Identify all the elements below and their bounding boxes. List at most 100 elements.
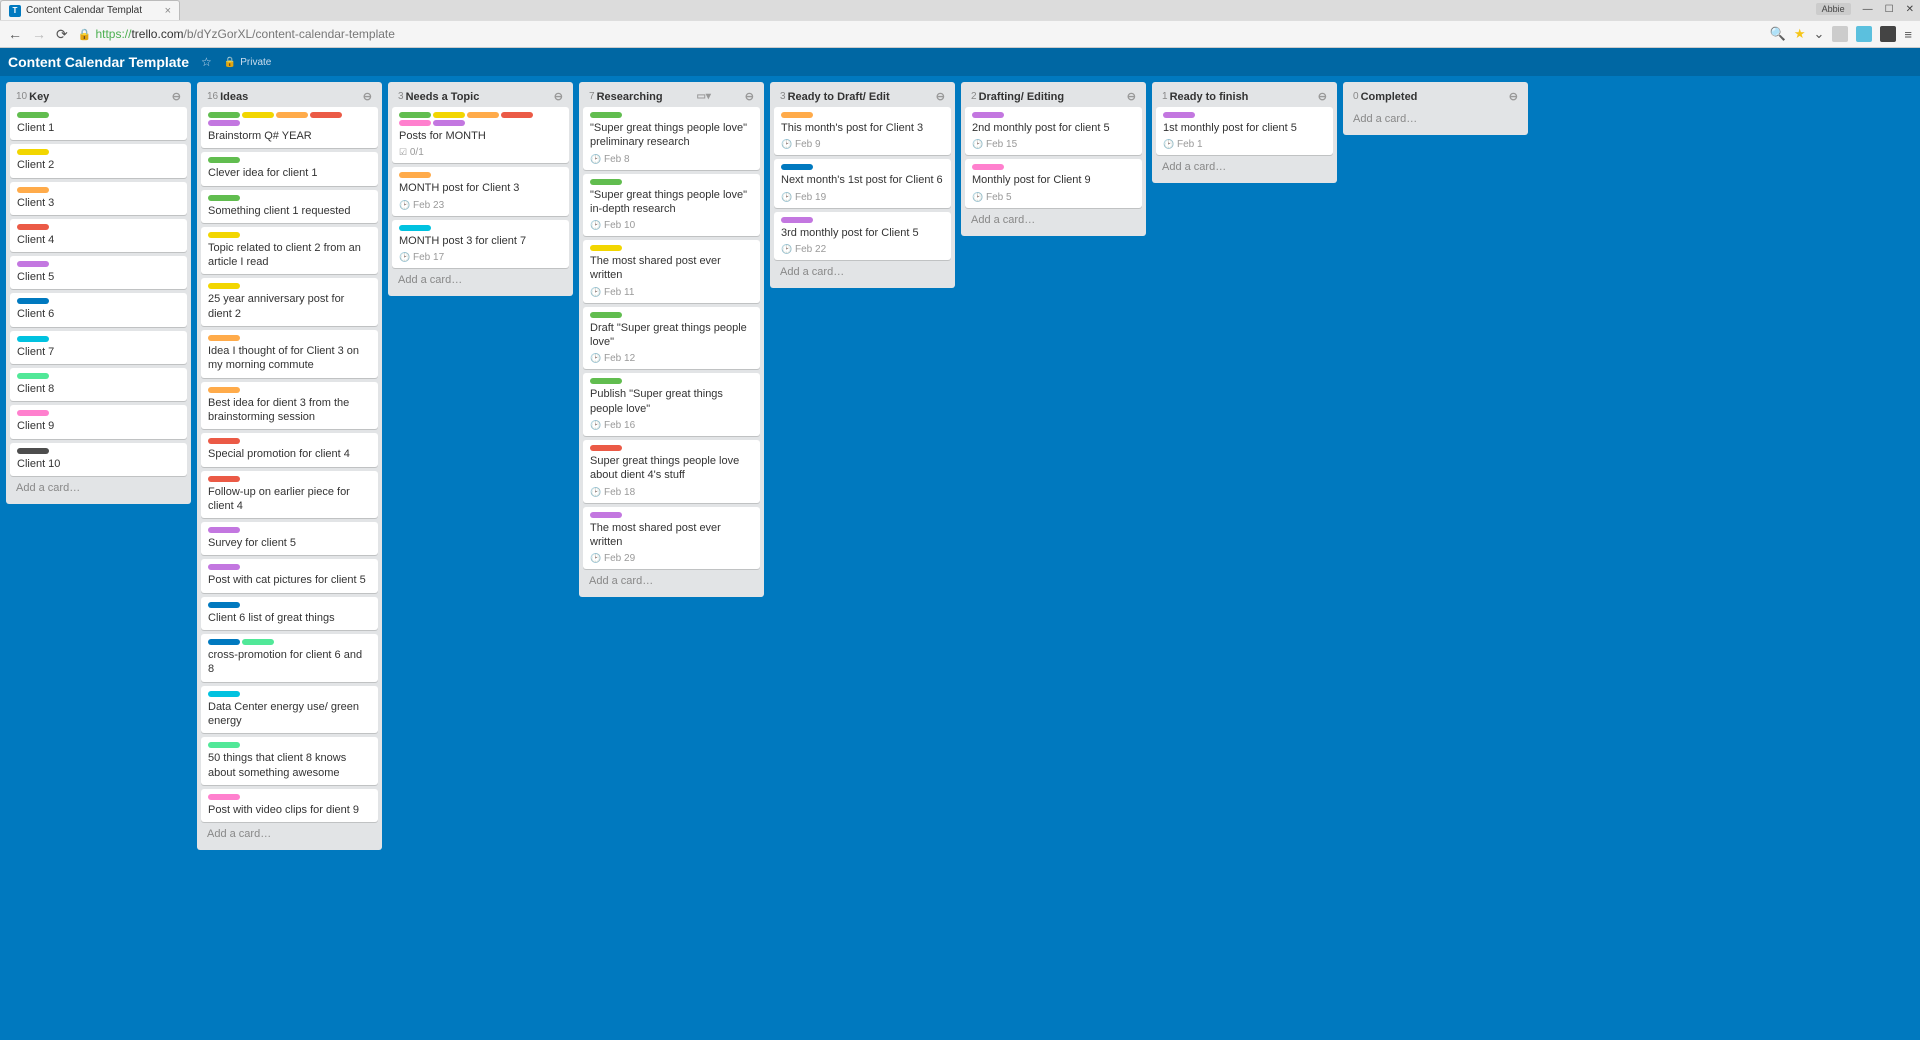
pocket-icon[interactable]: ⌄ [1814, 26, 1825, 42]
list-header[interactable]: 10 Key⊖ [10, 86, 187, 107]
card-labels [208, 112, 371, 126]
label-green [590, 378, 622, 384]
card[interactable]: Idea I thought of for Client 3 on my mor… [201, 330, 378, 378]
list-header[interactable]: 1 Ready to finish⊖ [1156, 86, 1333, 107]
card[interactable]: Post with cat pictures for client 5 [201, 559, 378, 592]
board-canvas[interactable]: 10 Key⊖Client 1 Client 2 Client 3 Client 4 C… [0, 76, 1920, 1040]
card[interactable]: 2nd monthly post for client 5🕑 Feb 15 [965, 107, 1142, 155]
window-maximize-icon[interactable]: ☐ [1885, 4, 1894, 15]
list-header[interactable]: 3 Needs a Topic⊖ [392, 86, 569, 107]
list-menu-icon[interactable]: ⊖ [554, 90, 563, 103]
tab-close-icon[interactable]: × [165, 5, 171, 17]
card[interactable]: Client 6 [10, 293, 187, 326]
chrome-menu-icon[interactable]: ≡ [1904, 27, 1912, 42]
card[interactable]: Client 7 [10, 331, 187, 364]
add-card-button[interactable]: Add a card… [201, 822, 378, 846]
card[interactable]: "Super great things people love" prelimi… [583, 107, 760, 170]
forward-icon[interactable]: → [32, 26, 46, 43]
label-yellow [208, 283, 240, 289]
list-menu-icon[interactable]: ⊖ [172, 90, 181, 103]
card[interactable]: This month's post for Client 3🕑 Feb 9 [774, 107, 951, 155]
card[interactable]: Brainstorm Q# YEAR [201, 107, 378, 148]
card[interactable]: Client 5 [10, 256, 187, 289]
add-card-button[interactable]: Add a card… [10, 476, 187, 500]
address-field[interactable]: 🔒 https://trello.com/b/dYzGorXL/content-… [78, 27, 1760, 41]
card[interactable]: Special promotion for client 4 [201, 433, 378, 466]
card[interactable]: Draft "Super great things people love"🕑 … [583, 307, 760, 370]
add-card-button[interactable]: Add a card… [774, 260, 951, 284]
card[interactable]: Client 10 [10, 443, 187, 476]
card[interactable]: Posts for MONTH☑ 0/1 [392, 107, 569, 163]
add-card-button[interactable]: Add a card… [1347, 107, 1524, 131]
board-visibility[interactable]: 🔒 Private [224, 57, 272, 68]
star-icon[interactable]: ★ [1794, 26, 1806, 42]
label-purple [972, 112, 1004, 118]
window-close-icon[interactable]: ✕ [1906, 4, 1914, 15]
card[interactable]: Client 4 [10, 219, 187, 252]
due-date-badge: 🕑 Feb 5 [972, 192, 1012, 203]
label-red [17, 224, 49, 230]
list-menu-icon[interactable]: ⊖ [1318, 90, 1327, 103]
card[interactable]: "Super great things people love" in-dept… [583, 174, 760, 237]
list-card-count: 3 [398, 91, 404, 102]
card[interactable]: Client 2 [10, 144, 187, 177]
card[interactable]: MONTH post for Client 3🕑 Feb 23 [392, 167, 569, 215]
card[interactable]: Post with video clips for dient 9 [201, 789, 378, 822]
label-green [17, 112, 49, 118]
list-header[interactable]: 16 Ideas⊖ [201, 86, 378, 107]
zoom-icon[interactable]: 🔍 [1770, 26, 1786, 42]
card[interactable]: 1st monthly post for client 5🕑 Feb 1 [1156, 107, 1333, 155]
card[interactable]: Client 1 [10, 107, 187, 140]
card[interactable]: The most shared post ever written🕑 Feb 1… [583, 240, 760, 303]
list-menu-icon[interactable]: ⊖ [745, 90, 754, 103]
card[interactable]: Monthly post for Client 9🕑 Feb 5 [965, 159, 1142, 207]
list-header[interactable]: 2 Drafting/ Editing⊖ [965, 86, 1142, 107]
list-header[interactable]: 3 Ready to Draft/ Edit⊖ [774, 86, 951, 107]
add-card-button[interactable]: Add a card… [1156, 155, 1333, 179]
add-card-button[interactable]: Add a card… [965, 208, 1142, 232]
extension-icon[interactable] [1832, 26, 1848, 42]
card[interactable]: 25 year anniversary post for dient 2 [201, 278, 378, 326]
card[interactable]: Best idea for dient 3 from the brainstor… [201, 382, 378, 430]
extension-icon[interactable] [1856, 26, 1872, 42]
card[interactable]: Survey for client 5 [201, 522, 378, 555]
card[interactable]: Data Center energy use/ green energy [201, 686, 378, 734]
label-green [208, 112, 240, 118]
card[interactable]: 3rd monthly post for Client 5🕑 Feb 22 [774, 212, 951, 260]
window-minimize-icon[interactable]: — [1863, 4, 1873, 15]
browser-tab[interactable]: T Content Calendar Templat × [0, 0, 180, 20]
card[interactable]: cross-promotion for client 6 and 8 [201, 634, 378, 682]
card[interactable]: Client 3 [10, 182, 187, 215]
card[interactable]: Next month's 1st post for Client 6🕑 Feb … [774, 159, 951, 207]
card[interactable]: MONTH post 3 for client 7🕑 Feb 17 [392, 220, 569, 268]
board-title[interactable]: Content Calendar Template [8, 54, 189, 70]
list-card-count: 3 [780, 91, 786, 102]
reload-icon[interactable]: ⟳ [56, 26, 68, 43]
list-header[interactable]: 7 Researching▭▾⊖ [583, 86, 760, 107]
card[interactable]: Client 6 list of great things [201, 597, 378, 630]
card[interactable]: Follow-up on earlier piece for client 4 [201, 471, 378, 519]
card[interactable]: Client 8 [10, 368, 187, 401]
cards-container: This month's post for Client 3🕑 Feb 9Nex… [774, 107, 951, 260]
add-card-button[interactable]: Add a card… [583, 569, 760, 593]
add-card-button[interactable]: Add a card… [392, 268, 569, 292]
card[interactable]: Publish "Super great things people love"… [583, 373, 760, 436]
list-header[interactable]: 0 Completed⊖ [1347, 86, 1524, 107]
chrome-profile-chip[interactable]: Abbie [1816, 3, 1851, 15]
card[interactable]: Super great things people love about die… [583, 440, 760, 503]
card[interactable]: Client 9 [10, 405, 187, 438]
list-menu-icon[interactable]: ⊖ [363, 90, 372, 103]
star-board-icon[interactable]: ☆ [201, 55, 212, 69]
list-menu-icon[interactable]: ⊖ [936, 90, 945, 103]
list-menu-icon[interactable]: ⊖ [1127, 90, 1136, 103]
card[interactable]: Clever idea for client 1 [201, 152, 378, 185]
card[interactable]: The most shared post ever written🕑 Feb 2… [583, 507, 760, 570]
card[interactable]: Something client 1 requested [201, 190, 378, 223]
list-menu-icon[interactable]: ⊖ [1509, 90, 1518, 103]
card[interactable]: 50 things that client 8 knows about some… [201, 737, 378, 785]
card[interactable]: Topic related to client 2 from an articl… [201, 227, 378, 275]
subscribe-icon[interactable]: ▭▾ [696, 91, 710, 102]
extension-icon[interactable] [1880, 26, 1896, 42]
back-icon[interactable]: ← [8, 26, 22, 43]
list: 1 Ready to finish⊖1st monthly post for c… [1152, 82, 1337, 183]
